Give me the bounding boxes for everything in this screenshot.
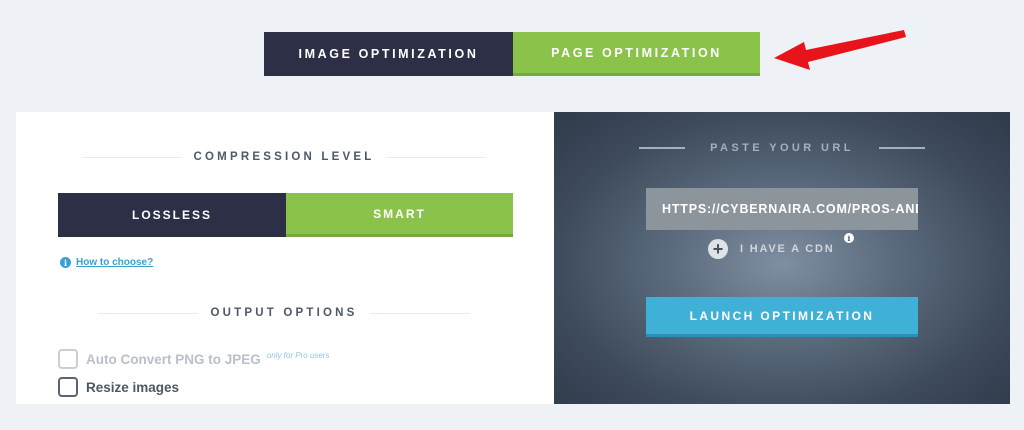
- how-to-choose-link[interactable]: How to choose?: [76, 257, 153, 268]
- divider: [369, 312, 470, 314]
- divider: [386, 156, 487, 158]
- divider: [639, 147, 686, 149]
- cdn-label: I HAVE A CDN: [740, 243, 835, 255]
- pro-users-note: only for Pro users: [266, 350, 330, 360]
- resize-images-label: Resize images: [86, 379, 180, 395]
- launch-optimization-button[interactable]: LAUNCH OPTIMIZATION: [646, 297, 918, 337]
- auto-convert-option: Auto Convert PNG to JPEG only for Pro us…: [58, 349, 329, 369]
- output-options-heading: OUTPUT OPTIONS: [72, 307, 496, 319]
- smart-option[interactable]: SMART: [286, 193, 513, 237]
- lossless-option[interactable]: LOSSLESS: [58, 193, 286, 237]
- divider: [98, 312, 199, 314]
- info-icon[interactable]: i: [844, 233, 854, 243]
- url-input[interactable]: HTTPS://CYBERNAIRA.COM/PROS-AND-CONS-OF-…: [646, 188, 918, 230]
- optimization-mode-tabs: IMAGE OPTIMIZATION PAGE OPTIMIZATION: [264, 32, 760, 76]
- divider: [878, 147, 925, 149]
- auto-convert-checkbox[interactable]: [58, 349, 78, 369]
- paste-url-title: PASTE YOUR URL: [710, 142, 854, 154]
- resize-images-option: Resize images: [58, 377, 179, 397]
- compression-level-title: COMPRESSION LEVEL: [193, 151, 375, 163]
- output-options-title: OUTPUT OPTIONS: [210, 307, 358, 319]
- plus-circle-icon[interactable]: +: [708, 239, 728, 259]
- resize-images-checkbox[interactable]: [58, 377, 78, 397]
- auto-convert-label: Auto Convert PNG to JPEG: [86, 351, 261, 367]
- compression-panel: COMPRESSION LEVEL LOSSLESS SMART i How t…: [16, 112, 554, 404]
- tab-page-optimization[interactable]: PAGE OPTIMIZATION: [513, 32, 760, 76]
- url-panel: PASTE YOUR URL HTTPS://CYBERNAIRA.COM/PR…: [554, 112, 1010, 404]
- info-icon: i: [60, 257, 71, 268]
- compression-level-selector: LOSSLESS SMART: [58, 193, 513, 237]
- compression-level-heading: COMPRESSION LEVEL: [72, 151, 496, 163]
- paste-url-heading: PASTE YOUR URL: [632, 142, 932, 154]
- tab-image-optimization[interactable]: IMAGE OPTIMIZATION: [264, 32, 513, 76]
- how-to-choose: i How to choose?: [60, 257, 153, 268]
- divider: [81, 156, 182, 158]
- red-arrow-icon: [774, 30, 906, 70]
- cdn-toggle[interactable]: + I HAVE A CDN: [708, 239, 835, 259]
